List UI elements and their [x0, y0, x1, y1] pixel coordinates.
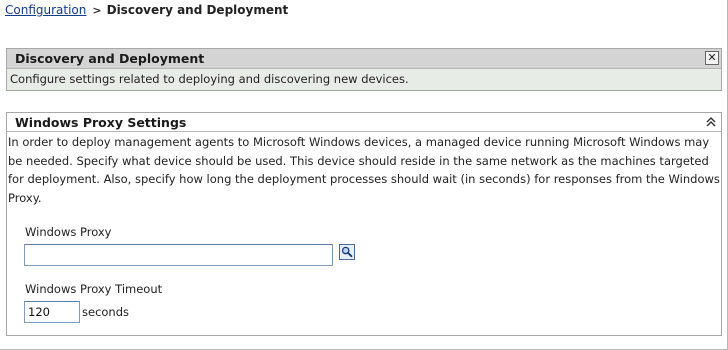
windows-proxy-timeout-label: Windows Proxy Timeout: [25, 282, 163, 296]
timeout-unit-label: seconds: [82, 305, 130, 319]
close-icon[interactable]: ✕: [705, 51, 719, 65]
proxy-panel-description: In order to deploy management agents to …: [8, 135, 720, 205]
magnifier-icon[interactable]: [339, 244, 355, 260]
proxy-panel-title: Windows Proxy Settings: [15, 115, 187, 130]
breadcrumb-configuration-link[interactable]: Configuration: [5, 3, 86, 17]
breadcrumb-current: Discovery and Deployment: [106, 3, 289, 17]
discovery-panel-header: Discovery and Deployment ✕: [7, 49, 721, 69]
discovery-panel-title: Discovery and Deployment: [15, 51, 205, 66]
page: Configuration > Discovery and Deployment D…: [0, 0, 728, 350]
collapse-up-icon[interactable]: [705, 115, 717, 129]
breadcrumb-separator: >: [92, 4, 102, 17]
windows-proxy-settings-panel: Windows Proxy Settings In order to deplo…: [6, 112, 722, 336]
proxy-panel-header: Windows Proxy Settings: [7, 113, 721, 132]
breadcrumb: Configuration > Discovery and Deployment: [5, 2, 288, 18]
windows-proxy-label: Windows Proxy: [25, 225, 112, 239]
windows-proxy-input[interactable]: [24, 244, 333, 266]
discovery-deployment-panel: Discovery and Deployment ✕ Configure set…: [6, 48, 722, 91]
windows-proxy-timeout-input[interactable]: [24, 301, 80, 323]
discovery-panel-description: Configure settings related to deploying …: [10, 72, 409, 86]
